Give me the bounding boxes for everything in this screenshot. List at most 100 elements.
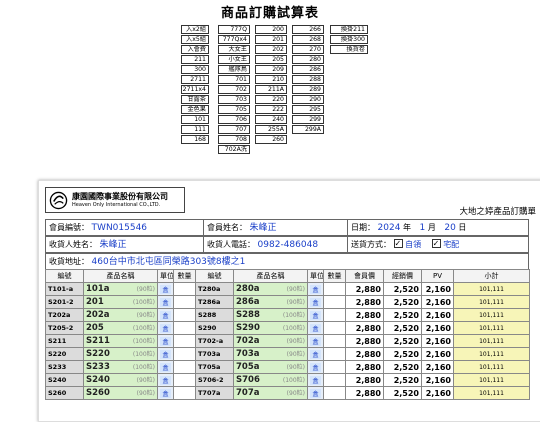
- quantity-input[interactable]: [173, 360, 196, 374]
- pv-value: 2,160: [421, 321, 454, 335]
- quantity-input[interactable]: [323, 373, 346, 387]
- product-code-cell: 換掛211: [330, 25, 368, 34]
- unit-label: 盒: [160, 297, 171, 307]
- quantity-input[interactable]: [323, 360, 346, 374]
- header-row-member: 會員編號： TWN015546 會員姓名： 朱峰正 日期： 2024 年 1 月…: [45, 219, 529, 236]
- product-code-cell: 268: [292, 35, 324, 44]
- member-no-label: 會員編號：: [49, 223, 89, 232]
- col-header: 編號: [45, 269, 84, 283]
- unit-cell: 盒: [157, 282, 174, 296]
- member-name-label: 會員姓名：: [207, 223, 247, 232]
- unit-label: 盒: [160, 375, 171, 385]
- quantity-input[interactable]: [173, 386, 196, 400]
- quantity-input[interactable]: [323, 321, 346, 335]
- company-name: 康園國際事業股份有限公司: [72, 192, 168, 201]
- pv-value: 2,160: [421, 373, 454, 387]
- product-code: S240: [45, 373, 84, 387]
- product-name: 201: [86, 297, 104, 307]
- quantity-input[interactable]: [173, 334, 196, 348]
- product-code-cell: 111: [181, 125, 209, 134]
- col-header: PV: [421, 269, 454, 283]
- delivery-home-label: 宅配: [443, 240, 460, 249]
- address-field[interactable]: 460台中市北屯區同榮路303號8樓之1: [92, 257, 246, 267]
- product-code-cell: 300: [181, 65, 209, 74]
- delivery-home-checkbox[interactable]: [431, 236, 441, 251]
- col-header: 數量: [173, 269, 196, 283]
- date-day-field[interactable]: 20: [444, 223, 455, 233]
- unit-cell: 盒: [307, 386, 324, 400]
- table-row: S201-2 201 (100粒) 盒 T286a 286a (90粒) 盒 2,880 2,52…: [45, 295, 530, 309]
- product-code: T280a: [195, 282, 234, 296]
- col-header: 經銷價: [383, 269, 422, 283]
- product-code: T703a: [195, 347, 234, 361]
- subtotal: 101,111: [453, 373, 530, 387]
- date-year-field[interactable]: 2024: [378, 223, 401, 233]
- member-price: 2,880: [345, 308, 384, 322]
- quantity-input[interactable]: [173, 282, 196, 296]
- unit-label: 盒: [310, 375, 321, 385]
- quantity-input[interactable]: [173, 321, 196, 335]
- product-code-cell: 艦隊鳥: [218, 65, 250, 74]
- quantity-input[interactable]: [323, 308, 346, 322]
- consignee-field[interactable]: 朱峰正: [100, 240, 127, 250]
- product-code-cell: 換貨卷: [330, 45, 368, 54]
- product-name-cell: S706 (100粒): [233, 373, 308, 387]
- dealer-price: 2,520: [383, 347, 422, 361]
- member-no-field[interactable]: TWN015546: [92, 223, 148, 233]
- member-price: 2,880: [345, 295, 384, 309]
- pv-value: 2,160: [421, 308, 454, 322]
- quantity-input[interactable]: [323, 295, 346, 309]
- member-price: 2,880: [345, 347, 384, 361]
- phone-field[interactable]: 0982-486048: [258, 240, 319, 250]
- member-price: 2,880: [345, 334, 384, 348]
- quantity-input[interactable]: [173, 373, 196, 387]
- product-name: S290: [236, 323, 260, 333]
- product-code-cell: 703: [218, 95, 250, 104]
- product-code-cell: 金色果: [181, 105, 209, 114]
- quantity-input[interactable]: [323, 386, 346, 400]
- col-header: 數量: [323, 269, 346, 283]
- quantity-input[interactable]: [173, 295, 196, 309]
- quantity-input[interactable]: [323, 282, 346, 296]
- product-code-cell: 289: [292, 85, 324, 94]
- quantity-input[interactable]: [173, 308, 196, 322]
- product-code: T202a: [45, 308, 84, 322]
- header-row-address: 收貨地址： 460台中市北屯區同榮路303號8樓之1: [45, 253, 529, 270]
- product-code-cell: 211: [181, 55, 209, 64]
- product-code-cell: 299: [292, 115, 324, 124]
- delivery-self-checkbox[interactable]: [393, 236, 403, 251]
- product-code-cell: 222: [255, 105, 287, 114]
- quantity-input[interactable]: [323, 334, 346, 348]
- product-name-cell: S233 (100粒): [83, 360, 158, 374]
- product-volume: (90粒): [136, 286, 155, 293]
- member-price: 2,880: [345, 360, 384, 374]
- product-name: 705a: [236, 362, 260, 372]
- table-row: T205-2 205 (100粒) 盒 S290 S290 (100粒) 盒 2,880 2,52…: [45, 321, 530, 335]
- dealer-price: 2,520: [383, 373, 422, 387]
- phone-label: 收貨人電話：: [207, 240, 255, 249]
- product-volume: (100粒): [132, 364, 155, 371]
- header-row-consignee: 收貨人姓名： 朱峰正 收貨人電話： 0982-486048 送貨方式： 自領 宅…: [45, 236, 529, 253]
- product-name: S233: [86, 362, 110, 372]
- product-code: S201-2: [45, 295, 84, 309]
- product-code-cell: 甘露茶: [181, 95, 209, 104]
- product-name-cell: 101a (90粒): [83, 282, 158, 296]
- product-code-cell: 777Q: [218, 25, 250, 34]
- product-code-cell: 入x2組: [181, 25, 209, 34]
- unit-cell: 盒: [307, 295, 324, 309]
- product-name: S260: [86, 388, 110, 398]
- unit-cell: 盒: [307, 308, 324, 322]
- product-code-cell: 2711: [181, 75, 209, 84]
- quantity-input[interactable]: [323, 347, 346, 361]
- date-year-unit: 年: [403, 223, 411, 232]
- product-name-cell: S211 (100粒): [83, 334, 158, 348]
- member-name-field[interactable]: 朱峰正: [250, 223, 277, 233]
- product-code: S211: [45, 334, 84, 348]
- quantity-input[interactable]: [173, 347, 196, 361]
- unit-label: 盒: [310, 336, 321, 346]
- date-month-field[interactable]: 1: [420, 223, 426, 233]
- unit-label: 盒: [160, 310, 171, 320]
- col-header: 單位: [157, 269, 174, 283]
- product-code: S233: [45, 360, 84, 374]
- product-code-cell: 290: [292, 95, 324, 104]
